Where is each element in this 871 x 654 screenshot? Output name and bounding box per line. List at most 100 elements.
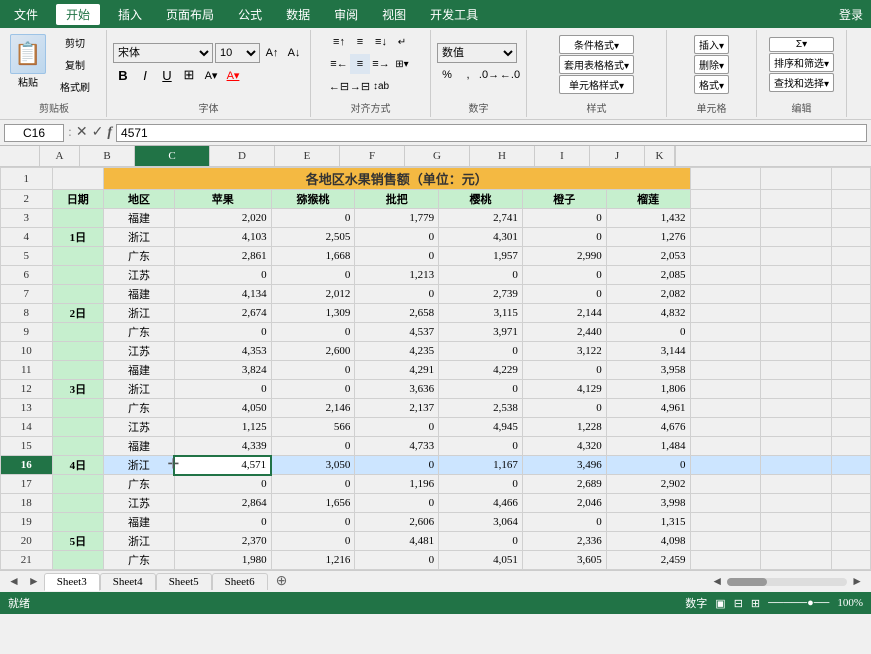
- bold-button[interactable]: B: [113, 65, 133, 85]
- delete-btn[interactable]: 删除▾: [694, 55, 729, 74]
- copy-button[interactable]: 复制: [50, 54, 100, 74]
- col-header-b[interactable]: B: [80, 146, 135, 166]
- font-family-select[interactable]: 宋体: [113, 43, 213, 63]
- confirm-formula-icon[interactable]: ✓: [92, 124, 104, 141]
- cell-c3[interactable]: 2,020: [174, 209, 271, 228]
- sheet-tab-sheet3[interactable]: Sheet3: [44, 573, 100, 591]
- grid-scroll-area[interactable]: 1 各地区水果销售额（单位：元） 2 日期 地区 苹果 猕猴桃 批把 樱桃 橙: [0, 167, 871, 570]
- cell-reference-input[interactable]: [4, 124, 64, 142]
- indent-increase-btn[interactable]: →⊟: [350, 76, 370, 96]
- cell-b2[interactable]: 地区: [104, 190, 175, 209]
- cell-a6[interactable]: [52, 266, 104, 285]
- decrease-font-btn[interactable]: A↓: [284, 43, 304, 63]
- cell-title[interactable]: 各地区水果销售额（单位：元）: [104, 168, 690, 190]
- menu-page-layout[interactable]: 页面布局: [160, 4, 220, 25]
- cell-i2[interactable]: [690, 190, 761, 209]
- col-header-e[interactable]: E: [275, 146, 340, 166]
- sheet-tab-sheet4[interactable]: Sheet4: [100, 573, 156, 590]
- increase-decimal-btn[interactable]: .0→: [479, 65, 499, 85]
- cell-k2[interactable]: [832, 190, 871, 209]
- italic-button[interactable]: I: [135, 65, 155, 85]
- cell-d3[interactable]: 0: [271, 209, 355, 228]
- font-color-btn[interactable]: A▾: [223, 65, 243, 85]
- cell-f2[interactable]: 樱桃: [439, 190, 523, 209]
- col-header-i[interactable]: I: [535, 146, 590, 166]
- text-direction-btn[interactable]: ↕ab: [371, 76, 391, 96]
- view-layout-btn[interactable]: ⊟: [734, 597, 743, 610]
- zoom-slider[interactable]: ─────●──: [768, 597, 829, 609]
- align-bottom-btn[interactable]: ≡↓: [371, 32, 391, 52]
- scroll-right-btn[interactable]: ►: [851, 574, 863, 589]
- cut-button[interactable]: 剪切: [50, 32, 100, 52]
- align-center-btn[interactable]: ≡: [350, 54, 370, 74]
- cell-a4[interactable]: 1日: [52, 228, 104, 247]
- sheet-tab-sheet6[interactable]: Sheet6: [212, 573, 268, 590]
- font-size-select[interactable]: 10: [215, 43, 260, 63]
- menu-home[interactable]: 开始: [56, 4, 100, 25]
- increase-font-btn[interactable]: A↑: [262, 43, 282, 63]
- sheet-tab-sheet5[interactable]: Sheet5: [156, 573, 212, 590]
- cell-h2[interactable]: 榴莲: [606, 190, 690, 209]
- fill-color-btn[interactable]: A▾: [201, 65, 221, 85]
- sort-filter-btn[interactable]: 排序和筛选▾: [769, 53, 834, 72]
- cell-a2[interactable]: 日期: [52, 190, 104, 209]
- format-painter-button[interactable]: 格式刷: [50, 76, 100, 96]
- number-format-select[interactable]: 数值: [437, 43, 517, 63]
- menu-view[interactable]: 视图: [376, 4, 412, 25]
- cond-format-btn[interactable]: 条件格式▾: [559, 35, 634, 54]
- cell-b4[interactable]: 浙江: [104, 228, 175, 247]
- cell-d4[interactable]: 2,505: [271, 228, 355, 247]
- scroll-left-btn[interactable]: ◄: [711, 574, 723, 589]
- insert-btn[interactable]: 插入▾: [694, 35, 729, 54]
- cell-b3[interactable]: 福建: [104, 209, 175, 228]
- cell-a1[interactable]: [52, 168, 104, 190]
- cell-b5[interactable]: 广东: [104, 247, 175, 266]
- cell-a3[interactable]: [52, 209, 104, 228]
- view-normal-btn[interactable]: ▣: [715, 597, 725, 610]
- prev-sheet-btn[interactable]: ◄: [4, 574, 24, 589]
- cell-f4[interactable]: 4,301: [439, 228, 523, 247]
- decrease-decimal-btn[interactable]: ←.0: [500, 65, 520, 85]
- comma-btn[interactable]: ,: [458, 65, 478, 85]
- menu-file[interactable]: 文件: [8, 4, 44, 25]
- cancel-formula-icon[interactable]: ✕: [76, 124, 88, 141]
- cell-g2[interactable]: 橙子: [522, 190, 606, 209]
- cell-c4[interactable]: 4,103: [174, 228, 271, 247]
- cell-j1[interactable]: [761, 168, 832, 190]
- col-header-f[interactable]: F: [340, 146, 405, 166]
- menu-developer[interactable]: 开发工具: [424, 4, 484, 25]
- cell-h4[interactable]: 1,276: [606, 228, 690, 247]
- percent-btn[interactable]: %: [437, 65, 457, 85]
- cell-h3[interactable]: 1,432: [606, 209, 690, 228]
- wrap-text-btn[interactable]: ↵: [392, 32, 412, 52]
- cell-f3[interactable]: 2,741: [439, 209, 523, 228]
- col-header-g[interactable]: G: [405, 146, 470, 166]
- cell-a5[interactable]: [52, 247, 104, 266]
- table-format-btn[interactable]: 套用表格格式▾: [559, 55, 634, 74]
- format-btn[interactable]: 格式▾: [694, 75, 729, 94]
- col-header-j[interactable]: J: [590, 146, 645, 166]
- cell-d2[interactable]: 猕猴桃: [271, 190, 355, 209]
- indent-decrease-btn[interactable]: ←⊟: [329, 76, 349, 96]
- cell-e2[interactable]: 批把: [355, 190, 439, 209]
- cell-e4[interactable]: 0: [355, 228, 439, 247]
- active-cell-c16[interactable]: 4,571✛: [174, 456, 271, 475]
- align-left-btn[interactable]: ≡←: [329, 54, 349, 74]
- paste-button[interactable]: 📋 粘贴: [8, 32, 48, 91]
- cell-g3[interactable]: 0: [522, 209, 606, 228]
- col-header-c[interactable]: C: [135, 146, 210, 166]
- sum-btn[interactable]: Σ▾: [769, 37, 834, 52]
- cell-style-btn[interactable]: 单元格样式▾: [559, 75, 634, 94]
- menu-data[interactable]: 数据: [280, 4, 316, 25]
- menu-insert[interactable]: 插入: [112, 4, 148, 25]
- align-middle-btn[interactable]: ≡: [350, 32, 370, 52]
- col-header-h[interactable]: H: [470, 146, 535, 166]
- find-btn[interactable]: 查找和选择▾: [769, 73, 834, 92]
- cell-c2[interactable]: 苹果: [174, 190, 271, 209]
- underline-button[interactable]: U: [157, 65, 177, 85]
- menu-formula[interactable]: 公式: [232, 4, 268, 25]
- col-header-k[interactable]: K: [645, 146, 675, 166]
- next-sheet-btn[interactable]: ►: [24, 574, 44, 589]
- add-sheet-btn[interactable]: ⊕: [268, 571, 296, 592]
- formula-input[interactable]: [116, 124, 867, 142]
